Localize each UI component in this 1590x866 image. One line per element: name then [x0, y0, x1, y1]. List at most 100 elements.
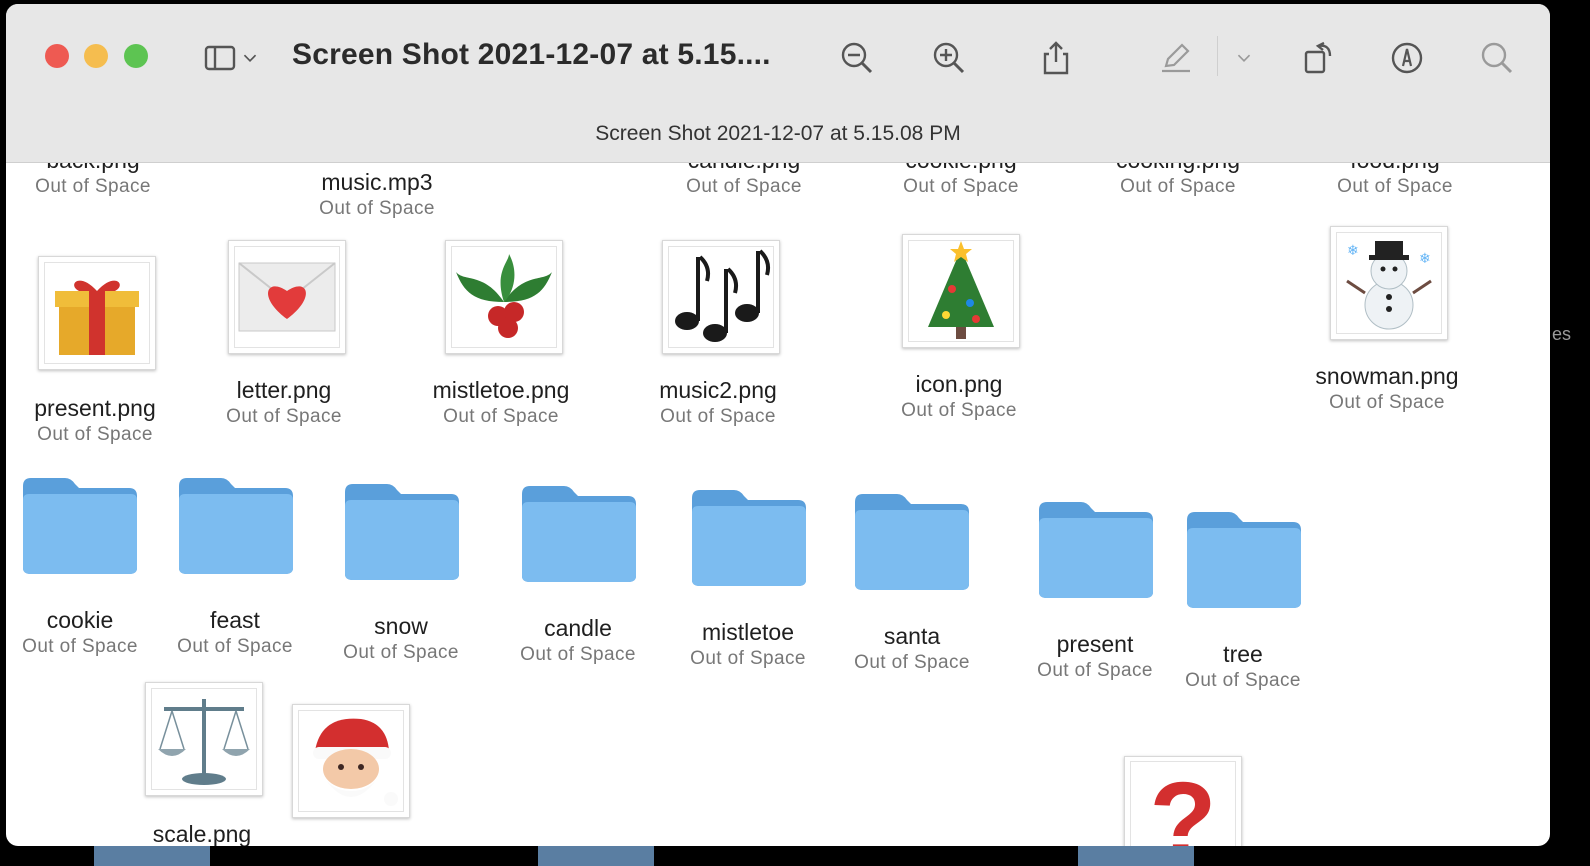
music-notes-icon [675, 249, 771, 342]
file-status: Out of Space [319, 198, 435, 219]
folder-status: Out of Space [854, 652, 970, 673]
window-title: Screen Shot 2021-12-07 at 5.15.... [292, 38, 771, 71]
unknown-thumbnail[interactable]: ? [1124, 756, 1242, 846]
question-mark-icon: ? [1149, 767, 1216, 846]
scale-thumbnail[interactable] [145, 682, 263, 796]
file-name: icon.png [915, 371, 1003, 397]
file-item[interactable]: snowman.png Out of Space [1315, 362, 1458, 416]
holly-icon [456, 254, 552, 338]
folder-status: Out of Space [177, 636, 293, 657]
folder-icon[interactable] [177, 476, 295, 576]
svg-text:❄: ❄ [1419, 251, 1431, 267]
folder-item[interactable]: present Out of Space [1037, 630, 1153, 684]
file-name: mistletoe.png [432, 377, 570, 403]
window-subtitle: Screen Shot 2021-12-07 at 5.15.08 PM [595, 122, 961, 145]
file-status: Out of Space [686, 176, 802, 197]
markup-pen-icon[interactable] [1152, 34, 1200, 82]
svg-text:❄: ❄ [1347, 243, 1359, 259]
file-status: Out of Space [37, 424, 153, 445]
folder-status: Out of Space [520, 644, 636, 665]
file-name: music.mp3 [321, 169, 433, 195]
folder-icon[interactable] [690, 488, 808, 588]
santa-thumbnail[interactable] [292, 704, 410, 818]
folder-icon[interactable] [520, 484, 638, 584]
file-status: Out of Space [35, 176, 151, 197]
preview-window: back.png Out of Space music.mp3 Out of S… [6, 4, 1550, 846]
sidebar-icon[interactable] [196, 34, 244, 82]
folder-icon[interactable] [1185, 510, 1303, 610]
folder-icon[interactable] [343, 482, 461, 582]
file-name: snowman.png [1315, 363, 1459, 389]
file-status: Out of Space [1329, 392, 1445, 413]
background-text: es [1552, 324, 1572, 344]
file-status: Out of Space [226, 406, 342, 427]
santa-icon [313, 718, 398, 806]
file-status: Out of Space [1120, 176, 1236, 197]
scale-icon [158, 699, 250, 785]
christmas-tree-icon [928, 241, 994, 339]
snowman-icon: ❄ ❄ [1346, 241, 1432, 330]
zoom-out-icon[interactable] [833, 34, 881, 82]
mistletoe-thumbnail[interactable] [445, 240, 563, 354]
folder-status: Out of Space [1037, 660, 1153, 681]
file-status: Out of Space [660, 406, 776, 427]
folder-name: candle [544, 615, 612, 641]
file-item[interactable]: music2.png Out of Space [659, 376, 777, 430]
present-icon [55, 280, 139, 355]
file-status: Out of Space [903, 176, 1019, 197]
close-button[interactable] [45, 44, 69, 68]
file-item[interactable]: scale.png [153, 820, 251, 846]
letter-thumbnail[interactable] [228, 240, 346, 354]
folder-item[interactable]: candle Out of Space [520, 614, 636, 668]
folder-status: Out of Space [690, 648, 806, 669]
share-icon[interactable] [1032, 34, 1080, 82]
icon-thumbnail[interactable] [902, 234, 1020, 348]
folder-status: Out of Space [1185, 670, 1301, 691]
file-name: scale.png [152, 821, 252, 846]
title-bar: Screen Shot 2021-12-07 at 5.15.... Scree… [6, 4, 1550, 163]
svg-text:?: ? [1149, 767, 1216, 846]
folder-name: mistletoe [701, 619, 795, 645]
file-name: letter.png [236, 377, 332, 403]
background-strip [94, 846, 210, 866]
present-thumbnail[interactable] [38, 256, 156, 370]
folder-icon[interactable] [21, 476, 139, 576]
annotate-icon[interactable] [1383, 34, 1431, 82]
chevron-down-icon[interactable] [1232, 34, 1256, 82]
file-item[interactable]: mistletoe.png Out of Space [433, 376, 570, 430]
background-strip [538, 846, 654, 866]
folder-icon[interactable] [1037, 500, 1155, 600]
file-item[interactable]: icon.png Out of Space [901, 370, 1017, 424]
file-item[interactable]: present.png Out of Space [34, 394, 155, 448]
file-status: Out of Space [1337, 176, 1453, 197]
folder-item[interactable]: mistletoe Out of Space [690, 618, 806, 672]
folder-icon[interactable] [853, 492, 971, 592]
folder-name: santa [883, 623, 941, 649]
file-name: music2.png [659, 377, 777, 403]
background-strip [1078, 846, 1194, 866]
love-letter-icon [238, 262, 336, 332]
folder-item[interactable]: cookie Out of Space [22, 606, 138, 660]
snowman-thumbnail[interactable]: ❄ ❄ [1330, 226, 1448, 340]
folder-name: snow [374, 613, 428, 639]
music2-thumbnail[interactable] [662, 240, 780, 354]
folder-item[interactable]: tree Out of Space [1185, 640, 1301, 694]
zoom-button[interactable] [124, 44, 148, 68]
folder-item[interactable]: feast Out of Space [177, 606, 293, 660]
rotate-icon[interactable] [1294, 34, 1342, 82]
minimize-button[interactable] [84, 44, 108, 68]
folder-name: feast [210, 607, 260, 633]
file-item[interactable]: letter.png Out of Space [226, 376, 342, 430]
file-item[interactable]: music.mp3 Out of Space [319, 168, 435, 222]
folder-name: cookie [46, 607, 114, 633]
file-name: present.png [34, 395, 156, 421]
file-status: Out of Space [443, 406, 559, 427]
folder-name: tree [1223, 641, 1263, 667]
chevron-down-icon[interactable] [238, 34, 262, 82]
folder-item[interactable]: santa Out of Space [854, 622, 970, 676]
folder-item[interactable]: snow Out of Space [343, 612, 459, 666]
zoom-in-icon[interactable] [925, 34, 973, 82]
folder-status: Out of Space [343, 642, 459, 663]
folder-status: Out of Space [22, 636, 138, 657]
search-icon[interactable] [1473, 34, 1521, 82]
